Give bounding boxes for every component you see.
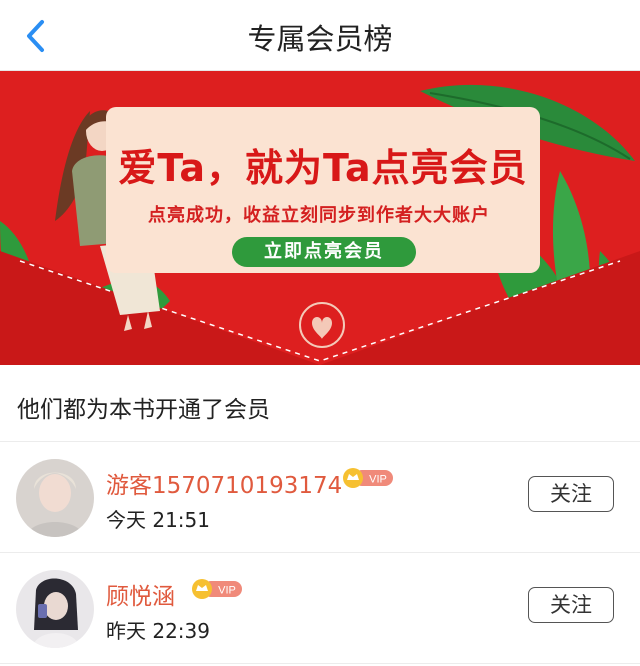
vip-badge-label: VIP bbox=[369, 474, 387, 486]
banner-card: 爱Ta，就为Ta点亮会员 点亮成功，收益立刻同步到作者大大账户 立即点亮会员 bbox=[106, 107, 540, 273]
follow-button[interactable]: 关注 bbox=[528, 476, 614, 512]
light-up-membership-button[interactable]: 立即点亮会员 bbox=[232, 237, 416, 267]
follow-button[interactable]: 关注 bbox=[528, 587, 614, 623]
list-item: 游客1570710193174 VIP 今天 21:51 关注 bbox=[0, 442, 640, 553]
promo-banner[interactable]: 爱Ta，就为Ta点亮会员 点亮成功，收益立刻同步到作者大大账户 立即点亮会员 bbox=[0, 71, 640, 365]
member-time: 昨天 22:39 bbox=[106, 619, 210, 643]
member-name[interactable]: 顾悦涵 bbox=[106, 577, 175, 611]
avatar[interactable] bbox=[16, 570, 94, 648]
section-header: 他们都为本书开通了会员 bbox=[0, 366, 640, 442]
page-title: 专属会员榜 bbox=[247, 22, 393, 56]
vip-badge-icon: VIP bbox=[192, 579, 242, 599]
banner-headline: 爱Ta，就为Ta点亮会员 bbox=[118, 146, 528, 190]
vip-badge-label: VIP bbox=[218, 585, 236, 597]
banner-subtext: 点亮成功，收益立刻同步到作者大大账户 bbox=[148, 205, 490, 226]
vip-badge-icon: VIP bbox=[343, 468, 393, 488]
member-time: 今天 21:51 bbox=[106, 508, 210, 532]
avatar[interactable] bbox=[16, 459, 94, 537]
section-title: 他们都为本书开通了会员 bbox=[17, 397, 270, 423]
navigation-bar: 专属会员榜 bbox=[0, 0, 640, 71]
member-name[interactable]: 游客1570710193174 bbox=[106, 466, 342, 500]
list-item: 顾悦涵 VIP 昨天 22:39 关注 bbox=[0, 553, 640, 664]
